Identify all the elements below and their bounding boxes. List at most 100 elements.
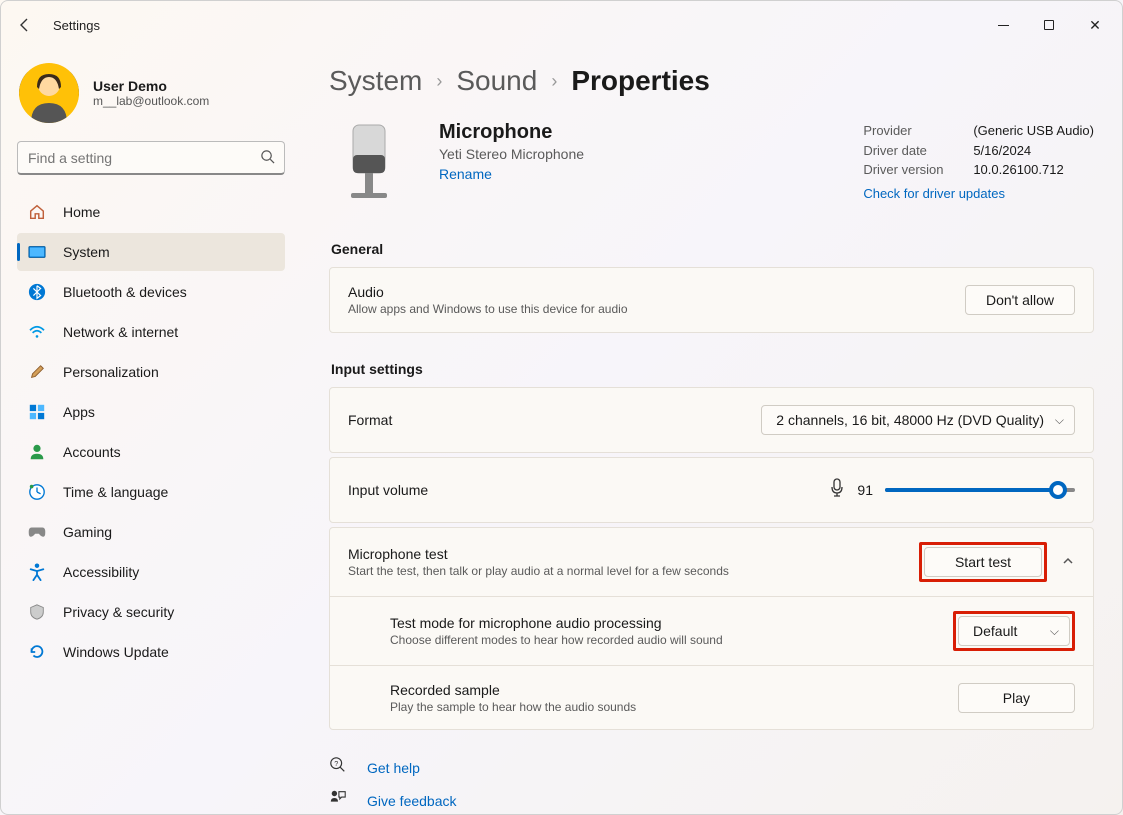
driver-version-value: 10.0.26100.712: [973, 160, 1063, 180]
chevron-up-icon[interactable]: [1061, 554, 1075, 571]
nav-time[interactable]: Time & language: [17, 473, 285, 511]
sidebar: User Demo m__lab@outlook.com Home System…: [1, 49, 301, 814]
nav-accessibility[interactable]: Accessibility: [17, 553, 285, 591]
input-section-title: Input settings: [331, 361, 1094, 377]
rename-link[interactable]: Rename: [439, 166, 492, 182]
breadcrumb-current: Properties: [571, 65, 710, 97]
provider-value: (Generic USB Audio): [973, 121, 1094, 141]
volume-label: Input volume: [348, 482, 428, 498]
mode-value: Default: [973, 623, 1017, 639]
user-name: User Demo: [93, 78, 209, 94]
system-icon: [27, 242, 47, 262]
highlight-mode-select: Default: [953, 611, 1075, 651]
nav-update[interactable]: Windows Update: [17, 633, 285, 671]
search-box[interactable]: [17, 141, 285, 175]
nav-gaming[interactable]: Gaming: [17, 513, 285, 551]
user-email: m__lab@outlook.com: [93, 94, 209, 108]
microphone-icon: [829, 478, 845, 503]
nav-privacy[interactable]: Privacy & security: [17, 593, 285, 631]
avatar: [19, 63, 79, 123]
nav-label: Privacy & security: [63, 604, 174, 620]
clock-icon: [27, 482, 47, 502]
start-test-button[interactable]: Start test: [924, 547, 1042, 577]
nav-system[interactable]: System: [17, 233, 285, 271]
driver-date-label: Driver date: [863, 141, 953, 161]
feedback-label: Give feedback: [367, 793, 457, 809]
nav-label: Windows Update: [63, 644, 169, 660]
dont-allow-button[interactable]: Don't allow: [965, 285, 1075, 315]
provider-label: Provider: [863, 121, 953, 141]
bluetooth-icon: [27, 282, 47, 302]
format-select[interactable]: 2 channels, 16 bit, 48000 Hz (DVD Qualit…: [761, 405, 1075, 435]
driver-info: Provider (Generic USB Audio) Driver date 5…: [863, 121, 1094, 203]
format-value: 2 channels, 16 bit, 48000 Hz (DVD Qualit…: [776, 412, 1044, 428]
feedback-icon: [329, 789, 349, 812]
brush-icon: [27, 362, 47, 382]
chevron-right-icon: ›: [436, 71, 442, 92]
nav-network[interactable]: Network & internet: [17, 313, 285, 351]
check-updates-link[interactable]: Check for driver updates: [863, 184, 1005, 204]
nav-personalization[interactable]: Personalization: [17, 353, 285, 391]
test-desc: Start the test, then talk or play audio …: [348, 564, 729, 578]
mic-test-card: Microphone test Start the test, then tal…: [329, 527, 1094, 730]
apps-icon: [27, 402, 47, 422]
mode-desc: Choose different modes to hear how recor…: [390, 633, 723, 647]
device-title: Microphone: [439, 121, 584, 144]
nav-list: Home System Bluetooth & devices Network …: [17, 193, 285, 671]
nav-label: Accounts: [63, 444, 121, 460]
driver-date-value: 5/16/2024: [973, 141, 1031, 161]
audio-desc: Allow apps and Windows to use this devic…: [348, 302, 628, 316]
svg-text:?: ?: [334, 759, 338, 768]
nav-label: Time & language: [63, 484, 168, 500]
device-subtitle: Yeti Stereo Microphone: [439, 146, 584, 162]
title-bar: Settings ✕: [1, 1, 1122, 49]
format-card: Format 2 channels, 16 bit, 48000 Hz (DVD…: [329, 387, 1094, 453]
volume-slider[interactable]: [885, 488, 1075, 492]
volume-card: Input volume 91: [329, 457, 1094, 523]
audio-label: Audio: [348, 284, 628, 300]
window-title: Settings: [53, 18, 100, 33]
chevron-right-icon: ›: [551, 71, 557, 92]
maximize-button[interactable]: [1026, 9, 1072, 41]
give-feedback-link[interactable]: Give feedback: [329, 789, 1094, 812]
update-icon: [27, 642, 47, 662]
nav-home[interactable]: Home: [17, 193, 285, 231]
breadcrumb-sound[interactable]: Sound: [456, 65, 537, 97]
sample-label: Recorded sample: [390, 682, 636, 698]
highlight-start-test: Start test: [919, 542, 1047, 582]
nav-bluetooth[interactable]: Bluetooth & devices: [17, 273, 285, 311]
nav-label: Personalization: [63, 364, 159, 380]
nav-label: Home: [63, 204, 100, 220]
play-button[interactable]: Play: [958, 683, 1075, 713]
nav-apps[interactable]: Apps: [17, 393, 285, 431]
microphone-illustration: [329, 121, 409, 211]
close-button[interactable]: ✕: [1072, 9, 1118, 41]
nav-label: Apps: [63, 404, 95, 420]
general-section-title: General: [331, 241, 1094, 257]
wifi-icon: [27, 322, 47, 342]
nav-label: Bluetooth & devices: [63, 284, 187, 300]
get-help-link[interactable]: ? Get help: [329, 756, 1094, 779]
help-label: Get help: [367, 760, 420, 776]
minimize-button[interactable]: [980, 9, 1026, 41]
user-profile[interactable]: User Demo m__lab@outlook.com: [19, 63, 285, 123]
shield-icon: [27, 602, 47, 622]
gamepad-icon: [27, 522, 47, 542]
test-label: Microphone test: [348, 546, 729, 562]
nav-label: Accessibility: [63, 564, 139, 580]
breadcrumb: System › Sound › Properties: [329, 65, 1094, 97]
mode-select[interactable]: Default: [958, 616, 1070, 646]
person-icon: [27, 442, 47, 462]
audio-card: Audio Allow apps and Windows to use this…: [329, 267, 1094, 333]
breadcrumb-system[interactable]: System: [329, 65, 422, 97]
nav-label: System: [63, 244, 110, 260]
sample-desc: Play the sample to hear how the audio so…: [390, 700, 636, 714]
back-button[interactable]: [5, 5, 45, 45]
search-input[interactable]: [17, 141, 285, 175]
driver-version-label: Driver version: [863, 160, 953, 180]
nav-label: Network & internet: [63, 324, 178, 340]
home-icon: [27, 202, 47, 222]
nav-accounts[interactable]: Accounts: [17, 433, 285, 471]
help-icon: ?: [329, 756, 349, 779]
main-content: System › Sound › Properties Microphone Y…: [301, 49, 1122, 814]
